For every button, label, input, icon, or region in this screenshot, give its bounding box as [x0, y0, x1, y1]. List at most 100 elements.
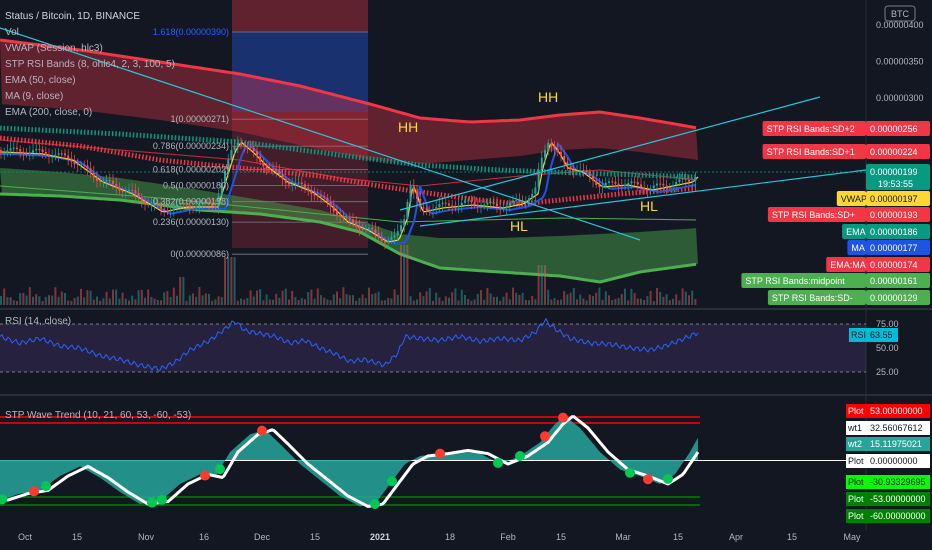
time-tick-label: Mar — [615, 532, 631, 542]
volume-bar — [528, 300, 530, 305]
volume-bar — [393, 289, 396, 305]
wave-cross-dot — [200, 470, 210, 481]
volume-bar — [211, 300, 214, 305]
volume-bar — [249, 290, 252, 305]
volume-bar — [403, 245, 406, 305]
volume-bar — [48, 295, 50, 305]
volume-bar — [358, 297, 361, 305]
volume-bar — [272, 299, 274, 305]
volume-bar — [464, 295, 466, 305]
volume-bar — [665, 294, 668, 305]
volume-bar — [28, 287, 31, 305]
volume-bar — [368, 287, 370, 305]
volume-bar — [144, 297, 146, 305]
volume-bar — [556, 299, 559, 305]
volume-bar — [185, 300, 188, 305]
price-badge-label: STP RSI Bands:SD+ — [772, 210, 855, 220]
chart-canvas[interactable]: HH HH HL HL Status / Bitcoin, 1D, BINANC… — [0, 0, 932, 550]
volume-bar — [115, 289, 118, 305]
wave-badge-label: Plot — [848, 456, 864, 466]
volume-bar — [604, 291, 607, 305]
volume-bar — [598, 287, 601, 305]
wave-badge-label: Plot — [848, 494, 864, 504]
volume-bar — [451, 292, 454, 305]
volume-bar — [208, 293, 210, 305]
time-tick-label: Oct — [18, 532, 33, 542]
volume-bar — [649, 291, 652, 305]
time-tick-label: 16 — [199, 532, 209, 542]
volume-bar — [108, 298, 111, 305]
volume-bar — [563, 291, 566, 305]
fib-level-label: 0.786(0.00000234) — [153, 141, 229, 151]
volume-bar — [560, 299, 562, 305]
volume-bar — [342, 287, 345, 305]
volume-bar — [364, 298, 367, 305]
volume-bar — [176, 295, 178, 305]
volume-bar — [201, 295, 204, 305]
volume-bar — [128, 300, 130, 305]
indicator-legend-item[interactable]: MA (9, close) — [5, 91, 63, 102]
volume-bar — [227, 257, 230, 305]
indicator-legend-item[interactable]: VWAP (Session, hlc3) — [5, 43, 103, 54]
volume-bar — [633, 293, 636, 305]
volume-bar — [243, 299, 246, 305]
volume-bar — [608, 295, 610, 305]
price-badge: STP RSI Bands:SD+1 0.00000224 — [762, 144, 930, 159]
volume-bar — [38, 296, 41, 305]
indicator-legend-item[interactable]: EMA (200, close, 0) — [5, 107, 92, 118]
rsi-tick-label: 50.00 — [876, 343, 899, 353]
rsi-pane[interactable]: RSI (14, close) 75.00 50.00 25.00 RSI 63.55 — [0, 316, 899, 377]
volume-bar — [630, 289, 633, 305]
volume-bar — [406, 245, 409, 305]
time-tick-label: Feb — [500, 532, 516, 542]
volume-bar — [374, 293, 377, 305]
volume-bar — [508, 299, 511, 305]
volume-bar — [524, 300, 527, 305]
volume-bar — [672, 298, 674, 305]
volume-bar — [438, 297, 441, 305]
time-tick-label: 2021 — [370, 532, 390, 542]
volume-bar — [41, 301, 44, 305]
volume-bar — [288, 299, 290, 305]
volume-bar — [400, 245, 402, 305]
volume-bar — [169, 297, 172, 305]
volume-bar — [505, 292, 508, 305]
volume-bar — [137, 290, 140, 305]
volume-bar — [3, 288, 6, 305]
volume-bar — [131, 295, 134, 305]
volume-bar — [617, 298, 620, 305]
price-badge-value: 0.00000186 — [870, 227, 918, 237]
wave-title: STP Wave Trend (10, 21, 60, 53, -60, -53… — [5, 410, 191, 421]
currency-label: BTC — [891, 9, 910, 19]
wave-badge: wt1 32.56067612 — [846, 421, 930, 435]
volume-bar — [601, 299, 604, 305]
wave-badge-value: 0.00000000 — [870, 456, 918, 466]
volume-bar — [25, 295, 28, 305]
volume-bar — [121, 292, 124, 305]
wave-badge-value: -30.93329695 — [870, 477, 926, 487]
volume-bar — [35, 294, 38, 305]
wave-badge: Plot -53.00000000 — [846, 492, 930, 506]
wave-cross-dot — [29, 486, 39, 497]
time-tick-label: Nov — [138, 532, 155, 542]
volume-bar — [160, 300, 162, 305]
wave-badge-label: Plot — [848, 511, 864, 521]
volume-bar — [345, 294, 348, 305]
volume-bar — [636, 298, 639, 305]
volume-bar — [681, 288, 684, 305]
volume-bar — [150, 296, 153, 305]
volume-bar — [217, 296, 220, 305]
wave-cross-dot — [663, 473, 673, 484]
volume-bar — [576, 299, 578, 305]
price-badge-label: EMA — [846, 227, 866, 237]
volume-bar — [582, 298, 585, 305]
volume-bar — [595, 292, 598, 305]
volume-bar — [572, 288, 575, 305]
indicator-legend-item[interactable]: Vol — [5, 27, 19, 38]
indicator-legend-item[interactable]: STP RSI Bands (8, ohlc4, 2, 3, 100, 5) — [5, 59, 175, 70]
volume-bar — [377, 291, 380, 305]
volume-bar — [163, 292, 166, 305]
volume-bar — [585, 300, 588, 305]
indicator-legend-item[interactable]: EMA (50, close) — [5, 75, 76, 86]
wave-cross-dot — [370, 499, 380, 509]
